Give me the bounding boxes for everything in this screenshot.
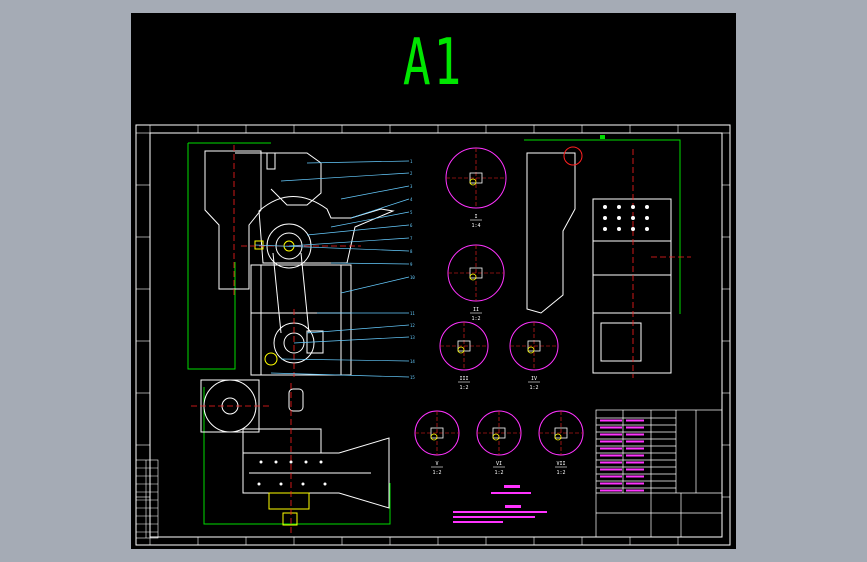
detail-scale: 1:2	[494, 470, 503, 476]
detail-label: V	[435, 461, 438, 467]
balloon-label: 15	[410, 375, 415, 380]
detail-scale: 1:4	[471, 223, 480, 229]
detail-2: II 1:2	[447, 244, 505, 322]
square-marker-icon	[600, 135, 605, 139]
balloon-label: 2	[410, 171, 413, 176]
detail-label: I	[474, 214, 477, 220]
balloon-label: 9	[410, 262, 413, 267]
detail-label: VI	[496, 461, 502, 467]
detail-scale: 1:2	[471, 316, 480, 322]
leader-lines: 123456789101112131415	[254, 159, 415, 380]
cad-drawing[interactable]: 123456789101112131415 I1:4II1:2III1:2IV1…	[131, 13, 736, 549]
balloon-label: 12	[410, 323, 415, 328]
detail-label: VII	[556, 461, 565, 467]
balloon-label: 7	[410, 236, 413, 241]
detail-5: V 1:2	[414, 410, 460, 476]
detail-label: III	[459, 376, 468, 382]
balloon-label: 6	[410, 223, 413, 228]
balloon-label: 4	[410, 197, 413, 202]
balloon-label: 8	[410, 249, 413, 254]
detail-views: I 1:4 II 1:2 III 1:2 IV 1:2 V 1:2 VI 1:2 VII 1:2	[414, 147, 584, 476]
front-view	[187, 142, 395, 377]
detail-label: II	[473, 307, 479, 313]
revision-strip	[135, 459, 159, 539]
balloon-label: 3	[410, 184, 413, 189]
balloon-label: 11	[410, 311, 415, 316]
detail-scale: 1:2	[529, 385, 538, 391]
detail-label: IV	[531, 376, 537, 382]
detail-3: III 1:2	[439, 321, 489, 391]
detail-6: VI 1:2	[476, 410, 522, 476]
balloon-label: 10	[410, 275, 415, 280]
balloon-label: 14	[410, 359, 415, 364]
detail-7: VII 1:2	[538, 410, 584, 476]
detail-1: I 1:4	[445, 147, 507, 229]
detail-scale: 1:2	[556, 470, 565, 476]
side-view	[524, 139, 691, 378]
detail-4: IV 1:2	[509, 321, 559, 391]
detail-scale: 1:2	[459, 385, 468, 391]
plan-view	[191, 379, 391, 533]
balloon-label: 1	[410, 159, 413, 164]
technical-notes	[453, 485, 547, 523]
detail-scale: 1:2	[432, 470, 441, 476]
balloon-label: 13	[410, 335, 415, 340]
cad-viewport[interactable]: A1 1 2 3 4 5 6 7 8 9 10 11 12 13 14 15 I…	[131, 13, 736, 549]
balloon-label: 5	[410, 210, 413, 215]
title-block	[595, 409, 723, 538]
